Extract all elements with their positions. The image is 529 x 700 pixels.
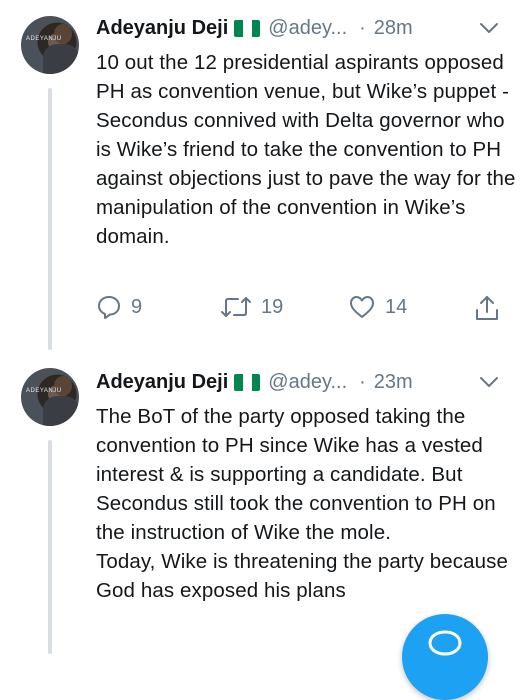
chevron-down-icon[interactable] bbox=[478, 371, 500, 393]
author-handle[interactable]: @adey... bbox=[268, 371, 347, 394]
tweet[interactable]: ADEYANJU Adeyanju Deji @adey... · 28m 10… bbox=[0, 0, 529, 350]
avatar-text: ADEYANJU bbox=[26, 388, 62, 394]
author-handle[interactable]: @adey... bbox=[268, 17, 347, 40]
nigeria-flag-icon bbox=[234, 373, 261, 391]
tweet-actions: 9 19 14 bbox=[96, 294, 516, 324]
reply-button[interactable]: 9 bbox=[96, 294, 142, 320]
retweet-icon bbox=[221, 297, 251, 317]
author-name[interactable]: Adeyanju Deji bbox=[96, 17, 228, 40]
share-icon bbox=[476, 296, 498, 320]
tweet-time: 28m bbox=[373, 16, 413, 39]
tweet-time: 23m bbox=[373, 370, 413, 393]
compose-button[interactable] bbox=[402, 614, 488, 700]
tweet-header: Adeyanju Deji @adey... · 28m bbox=[96, 14, 413, 42]
tweet-text: 10 out the 12 presidential aspirants opp… bbox=[96, 51, 522, 248]
chevron-down-icon[interactable] bbox=[478, 17, 500, 39]
avatar[interactable]: ADEYANJU bbox=[21, 368, 79, 426]
separator: · bbox=[359, 16, 366, 39]
retweet-button[interactable]: 19 bbox=[220, 294, 283, 320]
nigeria-flag-icon bbox=[234, 19, 261, 37]
heart-icon bbox=[350, 296, 374, 318]
avatar[interactable]: ADEYANJU bbox=[21, 16, 79, 74]
separator: · bbox=[359, 370, 366, 393]
tweet[interactable]: ADEYANJU Adeyanju Deji @adey... · 23m Th… bbox=[0, 352, 529, 654]
share-button[interactable] bbox=[474, 294, 500, 322]
like-button[interactable]: 14 bbox=[348, 294, 407, 320]
tweet-header: Adeyanju Deji @adey... · 23m bbox=[96, 368, 413, 396]
reply-icon bbox=[98, 296, 120, 319]
avatar-text: ADEYANJU bbox=[26, 36, 62, 42]
retweet-count: 19 bbox=[261, 295, 284, 318]
author-name[interactable]: Adeyanju Deji bbox=[96, 371, 228, 394]
like-count: 14 bbox=[385, 295, 408, 318]
reply-count: 9 bbox=[131, 295, 143, 318]
tweet-text: The BoT of the party opposed taking the … bbox=[96, 405, 508, 602]
